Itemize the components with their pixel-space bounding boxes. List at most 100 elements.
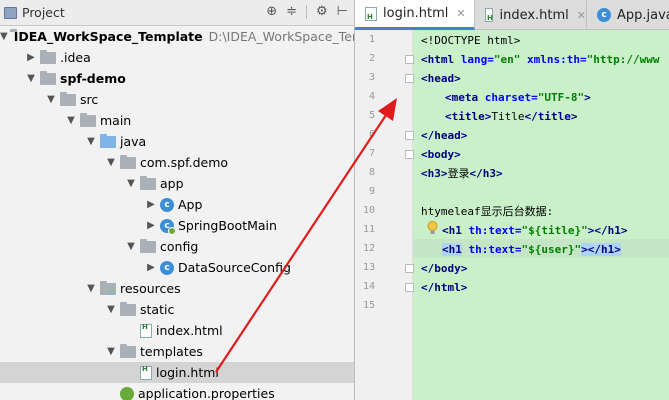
tree-item-label: templates — [140, 344, 203, 359]
code-token: Title — [491, 110, 525, 123]
chevron-down-icon[interactable]: ▼ — [104, 152, 118, 173]
chevron-down-icon[interactable]: ▼ — [84, 278, 98, 299]
code-token: <h3> — [421, 167, 448, 180]
chevron-down-icon[interactable]: ▼ — [64, 110, 78, 131]
code-token: </h3> — [469, 167, 503, 180]
tree-item-label: java — [120, 134, 147, 149]
project-title-group[interactable]: Project — [4, 5, 65, 20]
editor-tabs: login.html ✕ index.html ✕ c App.java — [355, 0, 669, 30]
gear-icon[interactable]: ⚙ — [316, 4, 328, 19]
tree-item[interactable]: ▼ templates — [0, 341, 354, 362]
tree-item[interactable]: ▼ static — [0, 299, 354, 320]
project-icon — [4, 6, 17, 19]
code-token: <body> — [421, 148, 461, 161]
tree-item[interactable]: ▼ main — [0, 110, 354, 131]
code-line-5: <title>Title</title> — [445, 107, 577, 126]
code-line-8: <h3>登录</h3> — [421, 164, 503, 183]
tree-item[interactable]: ▼ IDEA_WorkSpace_Template D:\IDEA_WorkSpac… — [0, 26, 354, 47]
fold-marker[interactable] — [405, 283, 414, 292]
editor: login.html ✕ index.html ✕ c App.java 123… — [354, 0, 669, 400]
line-number: 13 — [362, 262, 375, 273]
tree-item[interactable]: ▼ app — [0, 173, 354, 194]
chevron-down-icon[interactable]: ▼ — [104, 299, 118, 320]
tree-item[interactable]: ▼ com.spf.demo — [0, 152, 354, 173]
folder-icon — [80, 112, 96, 127]
line-number: 5 — [368, 110, 375, 121]
tree-item[interactable]: application.properties — [0, 383, 354, 400]
code-token: <meta — [445, 91, 485, 104]
project-path: D:\IDEA_WorkSpace_Tem — [208, 29, 354, 44]
folder-icon — [140, 175, 156, 190]
folder-icon — [60, 91, 76, 106]
tree-item[interactable]: ▶ c App — [0, 194, 354, 215]
folder-icon — [40, 49, 56, 64]
tree-item[interactable]: index.html — [0, 317, 354, 341]
code-token: </title> — [524, 110, 578, 123]
code-line-1: <!DOCTYPE html> — [421, 31, 520, 50]
chevron-right-icon[interactable]: ▶ — [144, 257, 158, 278]
spring-class-icon: c — [160, 218, 176, 235]
tree-item[interactable]: ▶ c SpringBootMain — [0, 215, 354, 236]
tree-item-label: index.html — [156, 323, 223, 338]
chevron-down-icon[interactable]: ▼ — [0, 26, 8, 47]
line-number: 15 — [362, 300, 375, 311]
chevron-down-icon[interactable]: ▼ — [24, 68, 38, 89]
chevron-down-icon[interactable]: ▼ — [84, 131, 98, 152]
properties-file-icon — [120, 386, 134, 400]
chevron-right-icon[interactable]: ▶ — [144, 194, 158, 215]
code-line-4: <meta charset="UTF-8"> — [445, 88, 591, 107]
fold-marker[interactable] — [405, 131, 414, 140]
chevron-down-icon[interactable]: ▼ — [124, 173, 138, 194]
fold-marker[interactable] — [405, 74, 414, 83]
html-file-icon — [365, 6, 377, 21]
chevron-down-icon[interactable]: ▼ — [44, 89, 58, 110]
html-file-icon — [140, 359, 152, 380]
code-token: <title> — [445, 110, 492, 123]
tab-app-java[interactable]: c App.java — [587, 0, 669, 30]
code-token: charset= — [484, 91, 538, 104]
project-toolbar: ⊕ ≑ ⚙ ⊢ — [266, 4, 348, 19]
lightbulb-icon[interactable] — [427, 221, 438, 235]
tree-item[interactable]: ▶ .idea — [0, 47, 354, 68]
tree-item[interactable]: ▶ c DataSourceConfig — [0, 257, 354, 278]
code-token: "${title}" — [521, 224, 588, 237]
close-icon[interactable]: ✕ — [456, 7, 465, 20]
close-icon[interactable]: ✕ — [577, 9, 586, 22]
tree-item-label: login.html — [156, 365, 219, 380]
class-icon: c — [160, 260, 174, 275]
line-number: 9 — [368, 186, 375, 197]
chevron-right-icon[interactable]: ▶ — [144, 215, 158, 236]
chevron-right-icon[interactable]: ▶ — [24, 47, 38, 68]
line-number: 11 — [362, 224, 375, 235]
fold-marker[interactable] — [405, 150, 414, 159]
tree-item[interactable]: ▼ src — [0, 89, 354, 110]
code-token: ></h1> — [581, 243, 621, 256]
hide-panel-icon[interactable]: ⊢ — [337, 4, 348, 19]
tree-item[interactable]: login.html — [0, 359, 354, 383]
tree-item[interactable]: ▼ config — [0, 236, 354, 257]
line-number: 14 — [362, 281, 375, 292]
code-token: </html> — [421, 281, 468, 294]
line-number: 12 — [362, 243, 375, 254]
chevron-down-icon[interactable]: ▼ — [104, 341, 118, 362]
class-icon: c — [160, 197, 174, 212]
chevron-down-icon[interactable]: ▼ — [124, 236, 138, 257]
tree-item[interactable]: ▼ java — [0, 131, 354, 152]
tree-item[interactable]: ▼ resources — [0, 278, 354, 299]
locate-icon[interactable]: ⊕ — [266, 4, 277, 19]
fold-marker[interactable] — [405, 264, 414, 273]
tab-login-html[interactable]: login.html ✕ — [355, 0, 475, 30]
tree-item-label: resources — [120, 281, 181, 296]
line-number: 2 — [368, 53, 375, 64]
fold-marker[interactable] — [405, 55, 414, 64]
tree-item-label: com.spf.demo — [140, 155, 229, 170]
code-token: <h1 — [442, 243, 462, 256]
code-token: <h1 — [442, 224, 469, 237]
tree-item-label: SpringBootMain — [178, 218, 277, 233]
collapse-all-icon[interactable]: ≑ — [286, 4, 297, 19]
code-line-14: </html> — [421, 278, 467, 297]
code-token: ></h1> — [587, 224, 628, 237]
tab-index-html[interactable]: index.html ✕ — [475, 0, 587, 30]
tree-item[interactable]: ▼ spf-demo — [0, 68, 354, 89]
code-token: </body> — [421, 262, 468, 275]
